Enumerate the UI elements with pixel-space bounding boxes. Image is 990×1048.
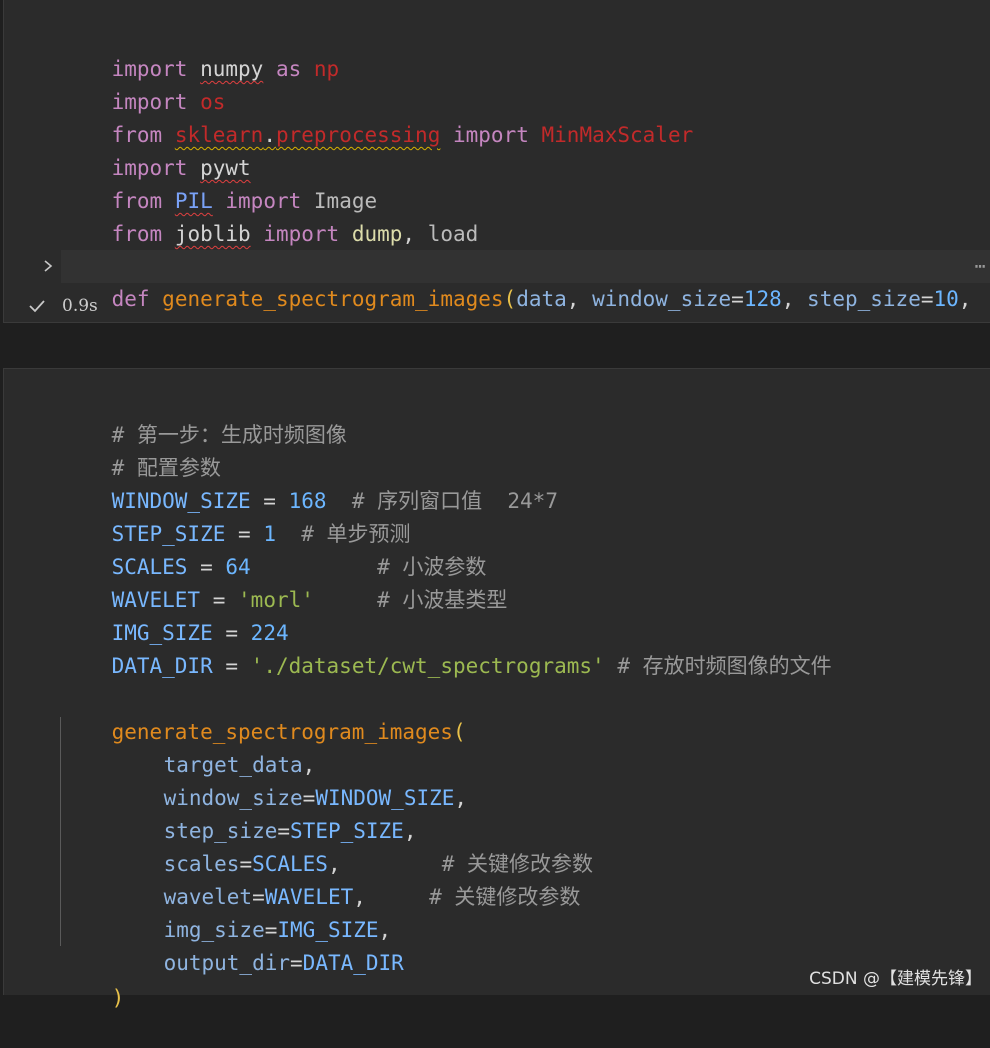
open-paren: ( <box>503 287 517 311</box>
param-data: data <box>516 287 567 311</box>
code-cell-config[interactable]: # 第一步：生成时频图像 # 配置参数 WINDOW_SIZE = 168 # … <box>3 368 990 1010</box>
assign: = <box>212 654 251 678</box>
equals: = <box>920 287 934 311</box>
function-load: load <box>427 222 479 246</box>
code-line-call-open: generate_spectrogram_images( <box>61 683 466 744</box>
default-step-size: 10 <box>933 287 959 311</box>
call-arg-window-size: window_size=WINDOW_SIZE, <box>113 749 467 810</box>
function-dump: dump <box>351 222 403 246</box>
comment-data-dir: # 存放时频图像的文件 <box>604 654 832 678</box>
keyword-as: as <box>263 57 314 81</box>
comma: , <box>402 222 428 246</box>
folded-ellipsis[interactable]: ⋯ <box>970 250 990 283</box>
code-line-import-pil: from PIL import Image <box>61 152 378 213</box>
arg-key: output_dir <box>163 951 291 975</box>
comma: , <box>781 287 808 311</box>
equals: = <box>731 287 744 311</box>
code-line-data-dir: DATA_DIR = './dataset/cwt_spectrograms' … <box>61 617 832 678</box>
code-line-img-size: IMG_SIZE = 224 <box>61 584 289 645</box>
call-arg-output-dir: output_dir=DATA_DIR <box>113 914 404 975</box>
keyword-import: import <box>250 222 352 246</box>
default-window-size: 128 <box>743 287 782 311</box>
call-arg-scales: scales=SCALES, # 关键修改参数 <box>113 815 593 876</box>
arg-value: DATA_DIR <box>302 951 404 975</box>
indent-guide <box>60 717 61 946</box>
comma: , <box>958 287 985 311</box>
code-line-import-pywt: import pywt <box>61 119 251 180</box>
dot: . <box>263 123 276 147</box>
comment-wavelet: # 小波基类型 <box>313 588 508 612</box>
class-minmaxscaler: MinMaxScaler <box>541 123 694 147</box>
code-line-window-size: WINDOW_SIZE = 168 # 序列窗口值 24*7 <box>61 452 558 513</box>
module-joblib: joblib <box>174 222 251 246</box>
comment-config: # 配置参数 <box>61 419 221 480</box>
code-line-wavelet: WAVELET = 'morl' # 小波基类型 <box>61 551 508 612</box>
checkmark-icon <box>29 300 45 313</box>
value-data-dir: './dataset/cwt_spectrograms' <box>250 654 605 678</box>
comma: , <box>566 287 593 311</box>
keyword-from: from <box>111 222 163 246</box>
param-window-size: window_size <box>592 287 732 311</box>
code-line-import-numpy: import numpy as np <box>61 20 340 81</box>
comment-step-one: # 第一步：生成时频图像 <box>61 386 347 447</box>
code-line-import-os: import os <box>61 53 226 114</box>
keyword-import: import <box>440 123 542 147</box>
arg-eq: = <box>290 951 303 975</box>
execution-status: 0.9s <box>28 294 98 318</box>
function-name: generate_spectrogram_images <box>162 287 504 311</box>
code-line-step-size: STEP_SIZE = 1 # 单步预测 <box>61 485 411 546</box>
arg-comment: # 关键修改参数 <box>365 885 581 909</box>
open-paren: ( <box>452 720 466 744</box>
call-arg-img-size: img_size=IMG_SIZE, <box>113 881 392 942</box>
param-step-size: step_size <box>807 287 921 311</box>
call-arg-step-size: step_size=STEP_SIZE, <box>113 782 417 843</box>
const-data-dir: DATA_DIR <box>111 654 213 678</box>
execution-time: 0.9s <box>62 296 98 316</box>
chevron-right-icon[interactable] <box>42 259 54 273</box>
close-paren: ) <box>111 986 125 1010</box>
module-preprocessing: preprocessing <box>275 123 441 147</box>
alias-np: np <box>313 57 340 81</box>
comma: , <box>454 786 468 810</box>
code-line-import-sklearn: from sklearn.preprocessing import MinMax… <box>61 86 694 147</box>
code-line-import-joblib: from joblib import dump, load <box>61 185 479 246</box>
watermark: CSDN @【建模先锋】 <box>809 969 982 989</box>
code-cell-imports[interactable]: import numpy as np import os from sklear… <box>3 0 990 323</box>
code-line-scales: SCALES = 64 # 小波参数 <box>61 518 487 579</box>
code-line-def-folded[interactable]: def generate_spectrogram_images(data, wi… <box>61 250 984 311</box>
call-arg-target-data: target_data, <box>113 716 316 777</box>
keyword-def: def <box>111 287 150 311</box>
call-arg-wavelet: wavelet=WAVELET, # 关键修改参数 <box>113 848 581 909</box>
code-line-call-close: ) <box>61 949 125 1010</box>
